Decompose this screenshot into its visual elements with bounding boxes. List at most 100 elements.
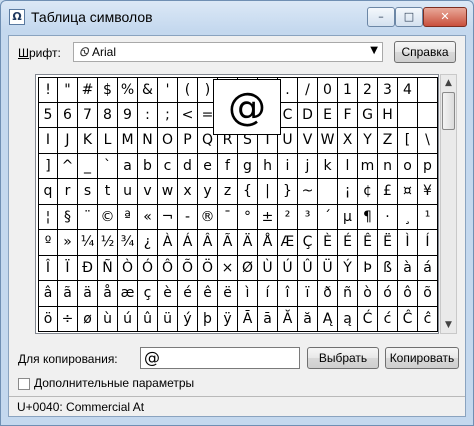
char-cell[interactable]: û [138,306,158,332]
char-cell[interactable]: W [318,128,338,154]
char-cell[interactable]: E [318,102,338,128]
char-cell[interactable]: Z [378,128,398,154]
char-cell[interactable]: º [38,230,58,256]
char-cell[interactable]: f [218,153,238,179]
char-cell[interactable]: ¥ [418,179,438,205]
char-cell[interactable]: j [298,153,318,179]
char-cell[interactable]: [ [398,128,418,154]
char-cell[interactable]: \ [418,128,438,154]
char-cell[interactable]: h [258,153,278,179]
char-cell[interactable]: ° [238,204,258,230]
char-cell[interactable]: ¤ [398,179,418,205]
char-cell[interactable]: M [118,128,138,154]
char-cell[interactable]: 1 [338,77,358,103]
char-cell[interactable]: é [178,281,198,307]
char-cell[interactable]: a [118,153,138,179]
char-cell[interactable]: Ã [218,230,238,256]
char-cell[interactable]: × [218,255,238,281]
char-cell[interactable]: ă [298,306,318,332]
char-cell[interactable]: 4 [398,77,418,103]
char-cell[interactable]: # [78,77,98,103]
char-cell[interactable]: Í [418,230,438,256]
char-cell[interactable]: ~ [298,179,318,205]
scroll-thumb[interactable] [442,92,455,130]
char-cell[interactable]: 2 [358,77,378,103]
char-cell[interactable]: Û [298,255,318,281]
char-cell[interactable]: F [338,102,358,128]
char-cell[interactable]: q [38,179,58,205]
char-cell[interactable]: Ì [398,230,418,256]
char-cell[interactable]: v [138,179,158,205]
char-cell[interactable]: o [398,153,418,179]
char-cell[interactable]: í [258,281,278,307]
char-cell[interactable]: ´ [318,204,338,230]
char-cell[interactable]: D [298,102,318,128]
char-cell[interactable]: ø [78,306,98,332]
scroll-down-icon[interactable]: ▼ [441,317,456,333]
char-cell[interactable]: $ [98,77,118,103]
char-cell[interactable]: Ö [198,255,218,281]
char-cell[interactable]: ĉ [418,306,438,332]
char-cell[interactable]: 0 [318,77,338,103]
char-cell[interactable]: e [198,153,218,179]
char-cell[interactable]: ç [138,281,158,307]
char-cell[interactable]: Ú [278,255,298,281]
char-cell[interactable]: ` [98,153,118,179]
char-cell[interactable]: » [58,230,78,256]
char-cell[interactable]: G [358,102,378,128]
char-cell[interactable]: Ë [378,230,398,256]
char-cell[interactable]: Ï [58,255,78,281]
char-cell[interactable]: { [238,179,258,205]
char-cell[interactable]: % [118,77,138,103]
maximize-button[interactable]: □ [395,7,423,27]
char-cell[interactable]: â [38,281,58,307]
char-cell[interactable]: Ð [78,255,98,281]
char-cell[interactable]: ë [218,281,238,307]
char-cell[interactable]: Ç [298,230,318,256]
char-cell[interactable]: ¡ [338,179,358,205]
char-cell[interactable]: ì [238,281,258,307]
char-cell[interactable]: § [58,204,78,230]
char-cell[interactable]: d [178,153,198,179]
char-cell[interactable]: ñ [338,281,358,307]
char-cell[interactable]: ¾ [118,230,138,256]
char-cell[interactable]: Ô [158,255,178,281]
char-cell[interactable]: _ [78,153,98,179]
char-cell[interactable]: ¯ [218,204,238,230]
char-cell[interactable]: î [278,281,298,307]
char-cell[interactable]: ô [398,281,418,307]
char-cell[interactable]: ä [78,281,98,307]
char-cell[interactable]: . [278,77,298,103]
char-cell[interactable]: | [258,179,278,205]
close-button[interactable]: ✕ [423,7,467,27]
select-button[interactable]: Выбрать [307,347,379,369]
char-cell[interactable]: õ [418,281,438,307]
help-button[interactable]: Справка [394,41,456,63]
char-cell[interactable]: ( [178,77,198,103]
char-cell[interactable]: ù [98,306,118,332]
char-cell[interactable]: Ó [138,255,158,281]
char-cell[interactable]: & [138,77,158,103]
char-cell[interactable]: È [318,230,338,256]
char-cell[interactable]: z [218,179,238,205]
char-cell[interactable]: · [378,204,398,230]
char-cell[interactable]: Þ [358,255,378,281]
char-cell[interactable]: ¹ [418,204,438,230]
char-cell[interactable]: " [58,77,78,103]
char-cell[interactable]: 6 [58,102,78,128]
char-cell[interactable]: J [58,128,78,154]
char-cell[interactable]: Å [258,230,278,256]
char-cell[interactable]: : [138,102,158,128]
char-cell[interactable]: ; [158,102,178,128]
char-cell[interactable]: P [178,128,198,154]
char-cell[interactable]: ² [278,204,298,230]
char-cell[interactable]: ò [358,281,378,307]
char-cell[interactable]: ÷ [58,306,78,332]
char-cell[interactable]: ÿ [218,306,238,332]
char-cell[interactable]: Ý [338,255,358,281]
char-cell[interactable]: Â [198,230,218,256]
char-cell[interactable]: m [358,153,378,179]
char-cell[interactable]: « [138,204,158,230]
char-cell[interactable]: ± [258,204,278,230]
char-cell[interactable]: p [418,153,438,179]
